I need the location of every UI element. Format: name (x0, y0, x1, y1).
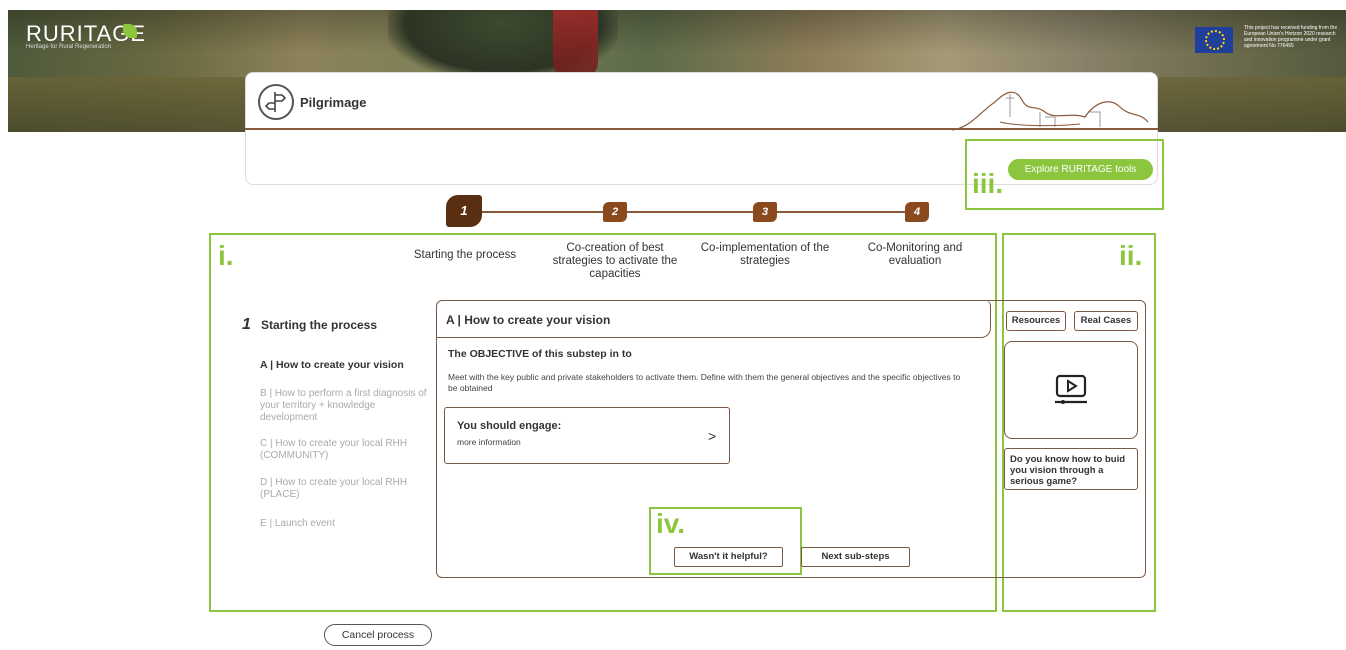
substep-item-b[interactable]: B | How to perform a first diagnosis of … (260, 388, 435, 424)
annotation-label-ii: ii. (1119, 240, 1143, 271)
signpost-icon (258, 84, 294, 120)
engage-title: You should engage: (457, 420, 562, 432)
step-label-3[interactable]: Co-implementation of the strategies (695, 242, 835, 268)
objective-title: The OBJECTIVE of this substep in to (448, 348, 632, 360)
not-helpful-button[interactable]: Wasn't it helpful? (674, 547, 783, 567)
step-number-2[interactable]: 2 (603, 202, 627, 222)
step-progress-line (480, 211, 920, 213)
substep-item-d[interactable]: D | How to create your local RHH (PLACE) (260, 477, 410, 501)
chevron-right-icon[interactable]: > (708, 428, 716, 444)
real-cases-button[interactable]: Real Cases (1074, 311, 1138, 331)
nav-step-title: Starting the process (261, 318, 378, 332)
logo-subtitle: Heritage for Rural Regeneration (26, 44, 112, 50)
step-number-3[interactable]: 3 (753, 202, 777, 222)
step-number-4[interactable]: 4 (905, 202, 929, 222)
engage-more-info-link[interactable]: more information (457, 437, 521, 447)
step-label-2[interactable]: Co-creation of best strategies to activa… (545, 242, 685, 281)
eu-funding-notice: This project has received funding from t… (1244, 25, 1338, 49)
substep-item-c[interactable]: C | How to create your local RHH (COMMUN… (260, 438, 410, 462)
video-play-icon (1055, 374, 1087, 404)
step-number-1[interactable]: 1 (446, 195, 482, 227)
annotation-label-i: i. (218, 240, 234, 271)
logo-leaf-icon (123, 24, 137, 38)
annotation-label-iii: iii. (972, 168, 1004, 199)
next-substeps-button[interactable]: Next sub-steps (801, 547, 910, 567)
nav-step-number: 1 (242, 316, 251, 333)
step-label-4[interactable]: Co-Monitoring and evaluation (855, 242, 975, 268)
objective-text: Meet with the key public and private sta… (448, 372, 961, 393)
village-sketch-icon (951, 91, 1149, 131)
eu-stars-icon (1205, 30, 1225, 50)
substep-title: A | How to create your vision (446, 313, 611, 327)
serious-game-question[interactable]: Do you know how to buid you vision throu… (1004, 448, 1138, 490)
substep-item-a[interactable]: A | How to create your vision (260, 359, 435, 371)
video-card[interactable] (1004, 341, 1138, 439)
step-label-1[interactable]: Starting the process (410, 249, 520, 262)
substep-item-e[interactable]: E | Launch event (260, 518, 435, 530)
annotation-label-iv: iv. (656, 508, 686, 539)
page-title: Pilgrimage (300, 95, 367, 110)
cancel-process-button[interactable]: Cancel process (324, 624, 432, 646)
engage-card[interactable] (444, 407, 730, 464)
resources-button[interactable]: Resources (1006, 311, 1066, 331)
